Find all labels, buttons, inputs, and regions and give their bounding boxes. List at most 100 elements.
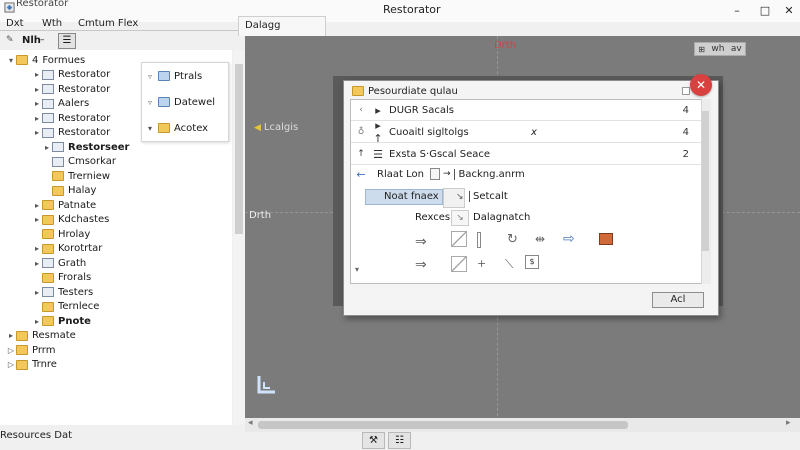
dropdown-dash-icon[interactable]: – [40, 35, 45, 45]
maximize-button[interactable]: □ [758, 4, 772, 18]
tree-item[interactable]: ▸ Restorator [32, 68, 110, 82]
tree-scroll-thumb[interactable] [235, 64, 243, 234]
arrow-right-icon[interactable]: ⇒ [415, 234, 427, 250]
expand-arrow-icon[interactable]: ▸ [32, 215, 42, 224]
tab-dialog-resource[interactable]: Dalagg Resource [238, 16, 326, 49]
tree-item[interactable]: ▸ Restorseer [42, 140, 129, 154]
rotate-icon[interactable]: ↻ [507, 232, 518, 247]
filter-button[interactable]: ☰ [58, 33, 76, 49]
arrow-blue-icon[interactable]: ⇨ [563, 231, 575, 247]
expand-arrow-icon[interactable]: ▷ [6, 360, 16, 369]
selected-property[interactable]: Noat fnaex [365, 189, 443, 205]
tree-item-label: Kdchastes [58, 214, 110, 225]
add-button[interactable]: Acl [652, 292, 704, 308]
tree-item[interactable]: ▸ Restorator [32, 82, 110, 96]
expand-arrow-icon[interactable]: ▸ [32, 70, 42, 79]
popup-item[interactable]: ▾ Acotex [148, 121, 208, 135]
minimize-button[interactable]: – [730, 4, 744, 18]
tree-item[interactable]: Halay [42, 184, 96, 198]
expand-arrow-icon[interactable]: ▸ [32, 288, 42, 297]
close-window-button[interactable]: ✕ [782, 4, 796, 18]
popup-item-label: Acotex [174, 122, 209, 134]
small-arrow-button[interactable]: ↘ [451, 210, 469, 226]
diagonal-line-icon[interactable] [451, 256, 467, 272]
property-row[interactable]: ♁ ▸ ↑ Cuoaitl sigltolgs x 4 [351, 119, 709, 145]
collapse-icon[interactable]: ▾ [355, 265, 359, 274]
folder-icon [42, 301, 54, 312]
property-row[interactable]: ↑ ☰ Exsta S·Gscal Seace 2 [351, 144, 709, 164]
popup-item[interactable]: ▿ Datewel [148, 95, 215, 109]
tree-item-label: Frorals [58, 272, 92, 283]
tree-item-label: Pnote [58, 315, 91, 327]
property-sub-value: Backng.anrm [454, 168, 525, 180]
diagonal-line-icon[interactable] [451, 231, 467, 247]
vertical-bar-icon[interactable] [477, 232, 481, 248]
tree-item[interactable]: ▸ Aalers [32, 97, 89, 111]
scroll-left-arrow[interactable]: ◂ [248, 418, 253, 428]
edit-icon[interactable]: ✎ [6, 35, 14, 45]
tree-item[interactable]: ▸ Pnote [32, 314, 91, 328]
view-switcher: ⚒ ☷ [362, 432, 414, 450]
expand-arrow-icon[interactable]: ▸ [32, 201, 42, 210]
property-row[interactable]: ← Rlaat Lon → Backng.anrm [351, 164, 709, 184]
toolbar-label: Nlh [22, 35, 41, 46]
design-view-button[interactable]: ⚒ [362, 432, 385, 449]
tree-item[interactable]: Hrolay [32, 227, 90, 241]
property-prefix: Rexces [415, 212, 451, 223]
folder-icon [52, 171, 64, 181]
expand-arrow-icon[interactable]: ▸ [32, 99, 42, 108]
popup-item[interactable]: ▿ Ptrals [148, 69, 202, 83]
dialog-close-button[interactable]: ✕ [690, 74, 712, 96]
resize-horizontal-icon[interactable]: ⇹ [535, 232, 545, 246]
tree-item[interactable]: ▸ Testers [32, 285, 93, 299]
expand-arrow-icon[interactable]: ▸ [42, 143, 52, 152]
tree-item[interactable]: ▸ Grath [32, 256, 86, 270]
dialog-title-bar: Pesourdiate qulau [352, 83, 458, 99]
expand-arrow-icon[interactable]: ▸ [32, 317, 42, 326]
expand-arrow-icon[interactable]: ▸ [32, 244, 42, 253]
resource-icon [42, 287, 54, 297]
property-label-text: Setcalt [469, 191, 508, 202]
tree-item[interactable]: ▸ Patnate [32, 198, 96, 212]
canvas-zoom-control[interactable]: ⊞ wh av [694, 42, 746, 56]
tree-item[interactable]: ▾ 4 Formues [6, 53, 85, 67]
expand-arrow-icon[interactable]: ▷ [6, 346, 16, 355]
left-toolbar: ✎ Nlh – ☰ [0, 32, 245, 50]
dialog-restore-button[interactable] [682, 87, 690, 95]
app-title: Restorator [16, 0, 69, 9]
folder-icon [158, 71, 170, 81]
tree-item[interactable]: ▸ Restorator [32, 111, 110, 125]
property-row[interactable]: ‹ ▸ DUGR Sacals 4 [351, 100, 709, 120]
cursor-cell[interactable]: ↘ [443, 188, 465, 208]
tree-item[interactable]: ▸ Restorator [32, 126, 110, 140]
tree-item[interactable]: ▸ Kdchastes [32, 213, 109, 227]
expand-arrow-icon[interactable]: ▾ [6, 56, 16, 65]
tree-item[interactable]: Ternlece [32, 300, 99, 314]
folder-icon [16, 359, 28, 370]
color-swatch[interactable] [429, 168, 440, 180]
tree-item[interactable]: ▷ Trnre [6, 358, 57, 372]
list-view-button[interactable]: ☷ [388, 432, 411, 449]
expand-arrow-icon[interactable]: ▸ [6, 331, 16, 340]
arrow-right-icon[interactable]: ⇒ [415, 257, 427, 273]
expand-arrow-icon[interactable]: ▸ [32, 85, 42, 94]
scroll-right-arrow[interactable]: ▸ [786, 418, 791, 428]
dollar-box-icon[interactable]: $ [525, 255, 539, 269]
tree-item[interactable]: ▸ Korotrtar [32, 242, 102, 256]
folder-icon [16, 330, 28, 341]
slash-icon[interactable]: ⟍ [505, 257, 513, 272]
property-label: Rlaat Lon [377, 168, 424, 180]
window-title: Restorator [383, 3, 441, 16]
tree-item[interactable]: ▷ Prrm [6, 343, 56, 357]
plus-icon[interactable]: + [477, 257, 486, 270]
tree-item[interactable]: Cmsorkar [42, 155, 116, 169]
expand-arrow-icon[interactable]: ▸ [32, 128, 42, 137]
tree-item[interactable]: Trerniew [42, 169, 110, 183]
tree-item[interactable]: Frorals [32, 271, 91, 285]
tree-item[interactable]: ▸ Resmate [6, 329, 76, 343]
expand-arrow-icon[interactable]: ▸ [32, 114, 42, 123]
expand-arrow-icon[interactable]: ▸ [32, 259, 42, 268]
dialog-scroll-thumb[interactable] [702, 111, 709, 251]
horizontal-scroll-thumb[interactable] [258, 421, 628, 429]
paint-icon[interactable] [599, 233, 613, 245]
